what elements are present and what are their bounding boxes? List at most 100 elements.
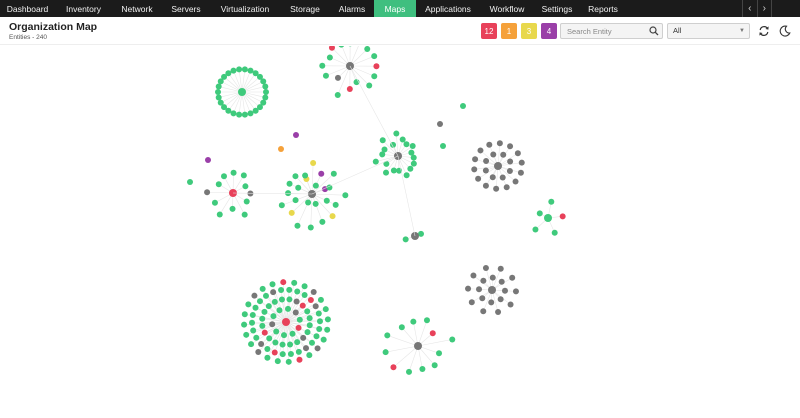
map-node-unmanaged[interactable] [480,278,486,284]
map-node-up[interactable] [291,280,297,286]
map-node-up[interactable] [264,346,270,352]
map-node-unmanaged[interactable] [471,166,477,172]
map-node-unmanaged[interactable] [498,296,504,302]
map-node-unmanaged[interactable] [507,159,513,165]
map-node-up[interactable] [261,309,267,315]
map-node-up[interactable] [215,89,221,95]
map-node-unmanaged[interactable] [479,295,485,301]
map-node-up[interactable] [436,350,442,356]
map-node-up[interactable] [262,84,268,90]
map-node-up[interactable] [280,342,286,348]
map-node-unmanaged[interactable] [315,345,321,351]
map-node-unmanaged[interactable] [497,140,503,146]
map-node-up[interactable] [323,73,329,79]
critical-alarm-badge[interactable]: 4 [541,23,557,39]
map-node-up[interactable] [279,297,285,303]
map-node-up[interactable] [272,339,278,345]
map-node-unmanaged[interactable] [494,162,502,170]
map-node-up[interactable] [297,317,303,323]
map-node-unmanaged[interactable] [293,309,299,315]
trouble-alarm-badge[interactable]: 1 [501,23,517,39]
map-node-up[interactable] [383,170,389,176]
map-node-up[interactable] [276,307,282,313]
map-node-up[interactable] [294,289,300,295]
map-node-up[interactable] [260,286,266,292]
map-node-up[interactable] [263,89,269,95]
map-node-up[interactable] [324,198,330,204]
map-node-unmanaged[interactable] [300,335,306,341]
map-node-down[interactable] [308,297,314,303]
map-node-up[interactable] [236,66,242,72]
map-node-up[interactable] [250,328,256,334]
nav-item-workflow[interactable]: Workflow [480,0,534,17]
map-node-up[interactable] [380,137,386,143]
map-node-up[interactable] [304,308,310,314]
map-node-attention[interactable] [330,213,336,219]
map-node-up[interactable] [403,141,409,147]
map-node-up[interactable] [249,320,255,326]
map-node-unmanaged[interactable] [270,289,276,295]
map-node-unmanaged[interactable] [488,286,496,294]
map-node-up[interactable] [391,168,397,174]
map-node-up[interactable] [307,322,313,328]
map-node-up[interactable] [264,355,270,361]
map-node-up[interactable] [342,192,348,198]
map-node-up[interactable] [230,110,236,116]
map-node-up[interactable] [319,219,325,225]
map-node-unmanaged[interactable] [507,168,513,174]
map-node-down[interactable] [296,357,302,363]
map-node-up[interactable] [242,112,248,118]
map-node-unmanaged[interactable] [488,299,494,305]
network-topology-graph[interactable] [0,46,800,413]
map-node-down[interactable] [272,349,278,355]
nav-item-applications[interactable]: Applications [416,0,480,17]
map-node-up[interactable] [313,333,319,339]
map-node-unmanaged[interactable] [500,152,506,158]
map-node-up[interactable] [302,172,308,178]
map-node-up[interactable] [278,287,284,293]
map-node-up[interactable] [335,92,341,98]
map-node-up[interactable] [242,66,248,72]
map-node-up[interactable] [319,63,325,69]
map-node-up[interactable] [290,331,296,337]
map-node-critical[interactable] [205,157,211,163]
map-node-unmanaged[interactable] [483,265,489,271]
refresh-icon[interactable] [758,25,770,37]
map-node-unmanaged[interactable] [500,175,506,181]
map-node-up[interactable] [317,318,323,324]
map-node-up[interactable] [308,224,314,230]
map-node-up[interactable] [238,88,246,96]
map-node-up[interactable] [383,349,389,355]
map-node-up[interactable] [248,110,254,116]
map-node-trouble[interactable] [278,146,284,152]
map-node-up[interactable] [294,339,300,345]
map-node-unmanaged[interactable] [508,301,514,307]
map-node-unmanaged[interactable] [476,286,482,292]
nav-item-servers[interactable]: Servers [162,0,210,17]
attention-alarm-badge[interactable]: 3 [521,23,537,39]
map-node-up[interactable] [305,200,311,206]
map-node-unmanaged[interactable] [515,150,521,156]
map-node-up[interactable] [218,100,224,106]
map-node-up[interactable] [399,324,405,330]
map-node-up[interactable] [366,83,372,89]
nav-item-storage[interactable]: Storage [280,0,330,17]
nav-item-reports[interactable]: Reports [580,0,626,17]
map-node-up[interactable] [338,46,344,48]
map-node-unmanaged[interactable] [499,279,505,285]
map-node-up[interactable] [286,287,292,293]
map-node-unmanaged[interactable] [414,342,422,350]
map-node-unmanaged[interactable] [502,288,508,294]
map-node-unmanaged[interactable] [519,160,525,166]
map-node-unmanaged[interactable] [498,266,504,272]
map-node-unmanaged[interactable] [509,275,515,281]
map-node-unmanaged[interactable] [251,293,257,299]
map-node-up[interactable] [216,181,222,187]
map-node-down[interactable] [296,325,302,331]
map-node-up[interactable] [532,226,538,232]
map-node-up[interactable] [281,332,287,338]
map-node-up[interactable] [275,358,281,364]
map-node-up[interactable] [230,206,236,212]
map-node-unmanaged[interactable] [294,299,300,305]
map-node-up[interactable] [302,292,308,298]
